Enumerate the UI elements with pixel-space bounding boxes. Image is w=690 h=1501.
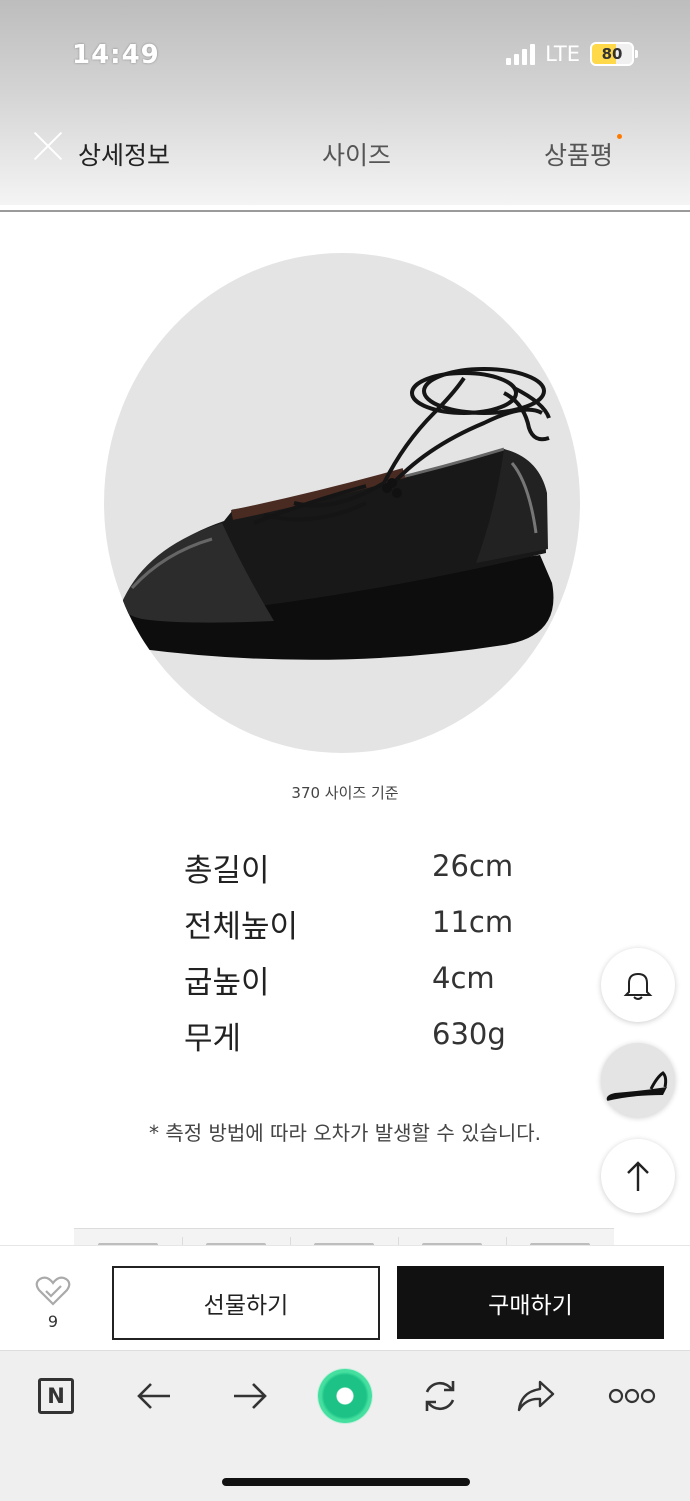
share-icon xyxy=(517,1380,555,1412)
back-button[interactable] xyxy=(128,1371,180,1421)
heart-check-icon xyxy=(35,1276,71,1306)
status-time: 14:49 xyxy=(72,40,160,70)
tab-label: 상세정보 xyxy=(78,141,171,170)
buy-button[interactable]: 구매하기 xyxy=(397,1266,664,1339)
spec-label: 총길이 xyxy=(184,853,270,889)
spec-label: 전체높이 xyxy=(184,909,299,945)
back-arrow-icon xyxy=(137,1383,170,1409)
arrow-up-icon xyxy=(627,1161,649,1191)
more-icon xyxy=(608,1388,656,1404)
product-image xyxy=(104,253,580,753)
tab-size[interactable]: 사이즈 xyxy=(322,136,391,172)
spec-row-height: 전체높이 11cm xyxy=(184,901,544,957)
more-button[interactable] xyxy=(606,1371,658,1421)
spec-label: 무게 xyxy=(184,1021,242,1057)
notification-button[interactable] xyxy=(601,948,675,1022)
purchase-bar: 9 선물하기 구매하기 xyxy=(0,1245,690,1351)
spec-row-length: 총길이 26cm xyxy=(184,845,544,901)
naver-home-button[interactable]: N xyxy=(30,1371,82,1421)
shoe-illustration xyxy=(119,367,554,660)
bell-icon xyxy=(623,972,653,1000)
product-thumbnail[interactable] xyxy=(601,1043,675,1117)
measurement-notice: * 측정 방법에 따라 오차가 발생할 수 있습니다. xyxy=(148,1121,542,1145)
new-dot-badge xyxy=(617,134,623,139)
share-button[interactable] xyxy=(510,1371,562,1421)
forward-arrow-icon xyxy=(234,1383,267,1409)
battery-icon: 80 xyxy=(590,42,638,66)
spec-label: 굽높이 xyxy=(184,965,270,1001)
like-count: 9 xyxy=(47,1312,59,1331)
tab-bar: 상세정보 사이즈 상품평 xyxy=(0,120,690,190)
spec-row-heel: 굽높이 4cm xyxy=(184,957,544,1013)
refresh-button[interactable] xyxy=(414,1371,466,1421)
spec-value: 26cm xyxy=(432,849,514,883)
tab-label: 사이즈 xyxy=(322,141,392,170)
gift-button[interactable]: 선물하기 xyxy=(112,1266,380,1340)
size-caption: 370 사이즈 기준 xyxy=(291,784,399,802)
home-indicator xyxy=(222,1478,470,1486)
network-type: LTE xyxy=(545,42,580,66)
refresh-icon xyxy=(425,1381,455,1411)
spec-row-weight: 무게 630g xyxy=(184,1013,544,1069)
tab-divider xyxy=(0,210,690,212)
status-indicators: LTE 80 xyxy=(506,42,638,66)
tab-review[interactable]: 상품평 xyxy=(544,134,623,172)
spec-value: 11cm xyxy=(432,905,514,939)
close-icon[interactable] xyxy=(32,130,64,162)
spec-value: 630g xyxy=(432,1017,506,1051)
scroll-top-button[interactable] xyxy=(601,1139,675,1213)
like-button[interactable]: 9 xyxy=(30,1276,76,1331)
spec-table: 총길이 26cm 전체높이 11cm 굽높이 4cm 무게 630g xyxy=(184,845,544,1069)
status-bar: 14:49 LTE 80 xyxy=(0,0,690,110)
tab-detail[interactable]: 상세정보 xyxy=(78,136,170,172)
spec-value: 4cm xyxy=(432,961,495,995)
naver-n-icon: N xyxy=(38,1378,74,1414)
signal-icon xyxy=(506,43,536,65)
shoe-thumbnail-icon xyxy=(606,1071,668,1101)
green-orb-icon[interactable] xyxy=(318,1369,372,1423)
forward-button[interactable] xyxy=(224,1371,276,1421)
tab-label: 상품평 xyxy=(544,141,614,170)
